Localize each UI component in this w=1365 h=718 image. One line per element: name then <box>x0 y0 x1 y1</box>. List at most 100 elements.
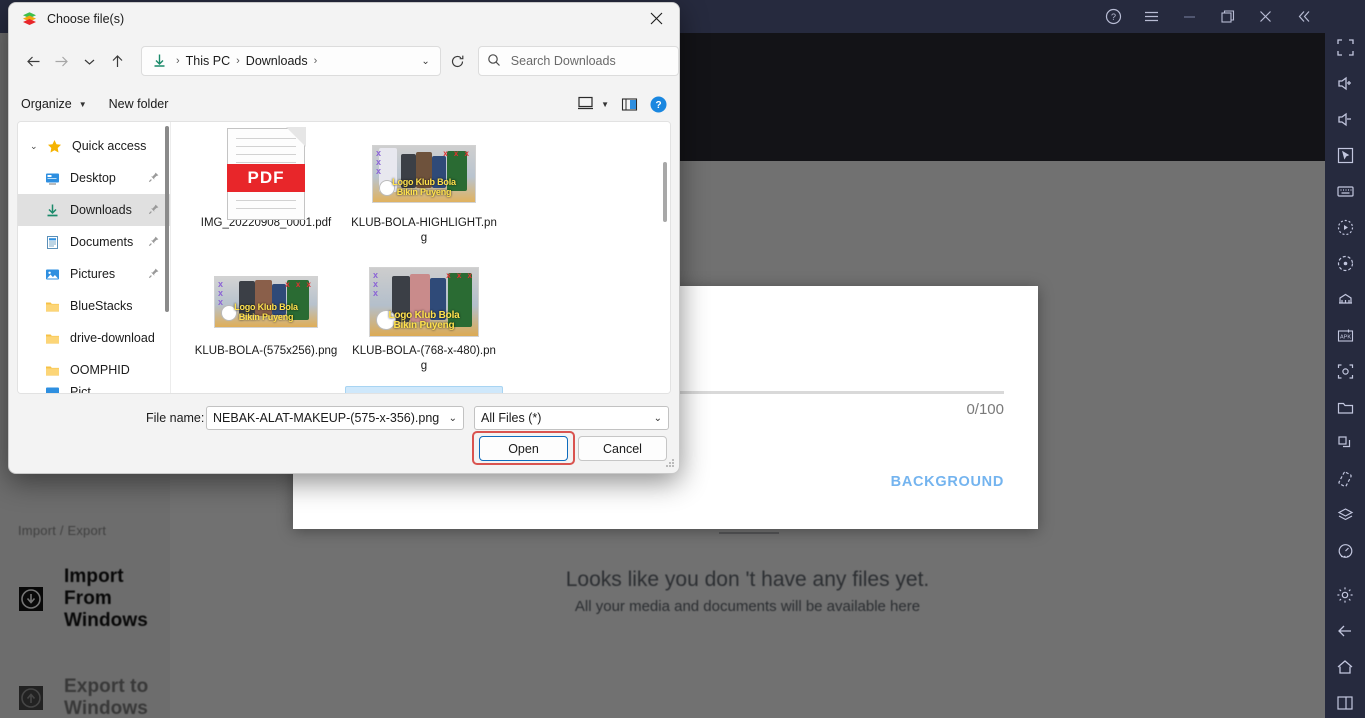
file-thumbnail: NEBAK ALAT MAKEUP <box>214 392 318 393</box>
resize-grip-icon[interactable] <box>665 458 675 468</box>
breadcrumb-separator-1: › <box>236 55 240 67</box>
desktop-icon <box>44 170 61 187</box>
organize-label: Organize <box>21 97 72 111</box>
file-name: KLUB-BOLA-(768-x-480).png <box>352 345 496 372</box>
forward-icon[interactable] <box>47 47 75 75</box>
search-placeholder: Search Downloads <box>510 54 616 68</box>
file-tile-selected[interactable]: NEBAK ALAT MAKEUP NEBAK-ALAT-MAKEUP-(575… <box>345 386 503 393</box>
home-icon[interactable] <box>1328 650 1362 684</box>
sidebar-item-quick-access[interactable]: ⌄ Quick access <box>18 130 170 162</box>
svg-text:?: ? <box>1110 12 1115 22</box>
image-thumbnail: xxx x x x Logo Klub Bola Bikin Puyeng <box>372 145 476 203</box>
file-tile[interactable]: NEBAK ALAT MAKEUP HIGHLIGHT.png <box>187 386 345 393</box>
chevron-down-icon[interactable]: ⌄ <box>421 56 433 67</box>
sidebar-item-pictures[interactable]: Pictures <box>18 258 170 290</box>
shake-icon[interactable] <box>1328 462 1362 496</box>
sidebar-item-oomphid[interactable]: OOMPHID <box>18 354 170 386</box>
recent-locations-icon[interactable] <box>75 47 103 75</box>
settings-icon[interactable] <box>1328 578 1362 612</box>
sidebar-label-partial: Pict <box>70 386 91 393</box>
pdf-badge-label: PDF <box>227 164 305 192</box>
pin-icon[interactable] <box>148 171 160 186</box>
chevron-down-icon[interactable]: ⌄ <box>30 141 42 152</box>
fullscreen-icon[interactable] <box>1328 30 1362 64</box>
help-circle-icon[interactable]: ? <box>650 96 667 113</box>
maximize-icon[interactable] <box>1211 2 1243 32</box>
open-button[interactable]: Open <box>479 436 568 461</box>
menu-icon[interactable] <box>1135 2 1167 32</box>
thumb-xxx: x x x <box>443 149 471 158</box>
breadcrumb-downloads[interactable]: Downloads <box>246 54 308 68</box>
close-icon[interactable] <box>634 3 679 34</box>
chevron-down-icon[interactable]: ⌄ <box>654 413 662 424</box>
refresh-icon[interactable] <box>445 48 471 74</box>
layers-icon[interactable] <box>1328 498 1362 532</box>
rotate-icon[interactable] <box>1328 246 1362 280</box>
sidebar-item-desktop[interactable]: Desktop <box>18 162 170 194</box>
close-icon[interactable] <box>1249 2 1281 32</box>
file-list[interactable]: PDF IMG_20220908_0001.pdf x x x x x x Lo… <box>170 122 670 393</box>
dialog-bottom-bar: File name: NEBAK-ALAT-MAKEUP-(575-x-356)… <box>9 401 679 471</box>
sidebar-item-bluestacks[interactable]: BlueStacks <box>18 290 170 322</box>
new-folder-button[interactable]: New folder <box>109 97 169 111</box>
choose-files-dialog: Choose file(s) › This PC › Downloads › ⌄ <box>8 2 680 474</box>
volume-up-icon[interactable] <box>1328 66 1362 100</box>
file-thumbnail: xxx x x x Logo Klub Bola Bikin Puyeng <box>372 136 476 212</box>
macro-record-icon[interactable] <box>1328 210 1362 244</box>
install-apk-icon[interactable]: APK <box>1328 318 1362 352</box>
pin-icon[interactable] <box>148 235 160 250</box>
sidebar-item-downloads[interactable]: Downloads <box>18 194 170 226</box>
back-icon[interactable] <box>1328 614 1362 648</box>
collapse-sidebar-icon[interactable] <box>1287 2 1319 32</box>
file-name-input[interactable]: NEBAK-ALAT-MAKEUP-(575-x-356).png ⌄ <box>206 406 464 430</box>
pin-icon[interactable] <box>148 267 160 282</box>
pin-icon[interactable] <box>148 203 160 218</box>
up-one-level-icon[interactable] <box>103 47 131 75</box>
cancel-button[interactable]: Cancel <box>578 436 667 461</box>
file-tile[interactable]: xxx x x x Logo Klub Bola Bikin Puyeng KL… <box>187 258 345 386</box>
help-icon[interactable]: ? <box>1097 2 1129 32</box>
breadcrumb-this-pc[interactable]: This PC <box>186 54 230 68</box>
performance-icon[interactable] <box>1328 534 1362 568</box>
documents-icon <box>44 234 61 251</box>
breadcrumb-separator-0: › <box>176 55 180 67</box>
back-icon[interactable] <box>19 47 47 75</box>
organize-button[interactable]: Organize ▼ <box>21 97 87 111</box>
preview-pane-icon[interactable] <box>621 96 638 113</box>
media-manager-icon[interactable] <box>1328 390 1362 424</box>
file-tile[interactable]: xxx x x x Logo Klub Bola Bikin Puyeng KL… <box>345 130 503 258</box>
folder-icon <box>44 330 61 347</box>
recents-icon[interactable] <box>1328 686 1362 718</box>
file-name: KLUB-BOLA-HIGHLIGHT.png <box>351 217 497 244</box>
file-tile[interactable]: PDF IMG_20220908_0001.pdf <box>187 127 345 258</box>
copy-to-pc-icon[interactable] <box>1328 426 1362 460</box>
thumb-caption-line2: Bikin Puyeng <box>393 320 455 331</box>
dialog-titlebar[interactable]: Choose file(s) <box>9 3 679 34</box>
dialog-nav-row: › This PC › Downloads › ⌄ Search Downloa… <box>9 41 679 81</box>
keyboard-controls-icon[interactable] <box>1328 174 1362 208</box>
address-bar[interactable]: › This PC › Downloads › ⌄ <box>141 46 441 76</box>
file-type-value: All Files (*) <box>481 411 542 425</box>
sidebar-label: drive-download <box>70 331 155 345</box>
file-type-select[interactable]: All Files (*) ⌄ <box>474 406 669 430</box>
file-list-scrollbar[interactable] <box>663 162 667 222</box>
background-button[interactable]: BACKGROUND <box>891 474 1004 490</box>
multi-instance-icon[interactable] <box>1328 282 1362 316</box>
screenshot-icon[interactable] <box>1328 354 1362 388</box>
pointer-mode-icon[interactable] <box>1328 138 1362 172</box>
file-name-value: NEBAK-ALAT-MAKEUP-(575-x-356).png <box>213 411 440 425</box>
minimize-icon[interactable] <box>1173 2 1205 32</box>
sidebar-item-documents[interactable]: Documents <box>18 226 170 258</box>
sidebar-item-partial[interactable]: Pict <box>18 386 170 393</box>
sidebar-label: Quick access <box>72 139 147 153</box>
thumb-caption-line2: Bikin Puyeng <box>396 187 452 197</box>
folder-icon <box>44 362 61 379</box>
chevron-down-icon[interactable]: ⌄ <box>449 413 457 424</box>
file-tile[interactable]: xxx x x x Logo Klub Bola Bikin Puyeng KL… <box>345 258 503 386</box>
sidebar-scrollbar[interactable] <box>165 126 169 312</box>
sidebar-label: Documents <box>70 235 134 249</box>
search-input[interactable]: Search Downloads <box>477 46 679 76</box>
volume-down-icon[interactable] <box>1328 102 1362 136</box>
view-button[interactable]: ▼ <box>577 94 609 114</box>
sidebar-item-drive-download[interactable]: drive-download <box>18 322 170 354</box>
